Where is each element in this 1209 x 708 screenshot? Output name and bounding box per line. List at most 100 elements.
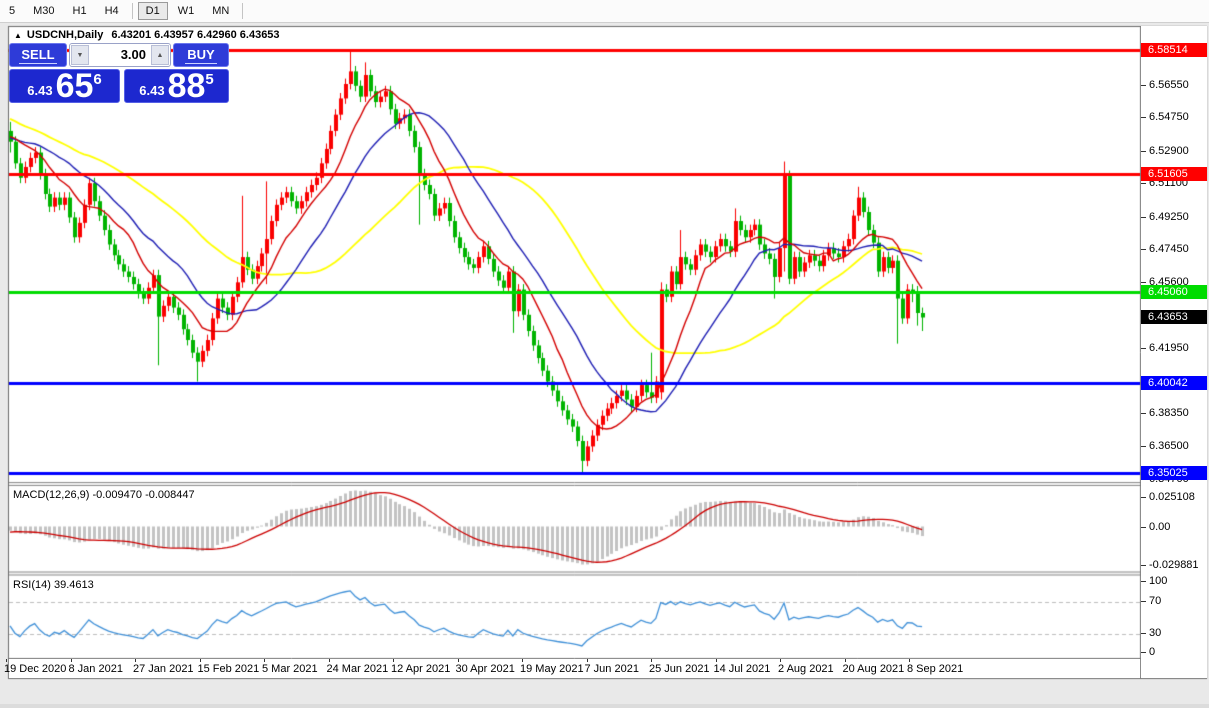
- rsi-axis-label: 100: [1149, 575, 1168, 587]
- buy-button[interactable]: BUY: [173, 43, 229, 67]
- price-tick-label: 6.52900: [1149, 144, 1189, 157]
- date-tick-mark: [715, 659, 717, 662]
- date-tick-mark: [328, 659, 330, 662]
- buy-button-label: BUY: [185, 46, 217, 64]
- date-label: 19 Dec 2020: [4, 659, 66, 675]
- collapse-arrow-icon[interactable]: ▲: [14, 31, 22, 40]
- date-tick-mark: [909, 659, 910, 662]
- sell-price-panel[interactable]: 6.43 65 6: [9, 69, 120, 103]
- volume-stepper[interactable]: ▼ 3.00 ▲: [69, 43, 171, 67]
- tick-mark: [1141, 348, 1146, 350]
- timeframe-button-H1[interactable]: H1: [65, 2, 95, 20]
- date-label: 2 Aug 2021: [778, 659, 834, 675]
- timeframe-toolbar: 5 M30 H1 H4 D1 W1 MN: [0, 0, 1209, 23]
- macd-axis-label: 0.00: [1149, 521, 1171, 533]
- price-tick-label: 6.56550: [1149, 78, 1189, 91]
- timeframe-button-W1[interactable]: W1: [170, 2, 203, 20]
- volume-increase-button[interactable]: ▲: [151, 45, 169, 65]
- toolbar-separator: [242, 3, 244, 19]
- sell-button[interactable]: SELL: [9, 43, 67, 67]
- tick-mark: [1141, 150, 1146, 152]
- macd-indicator-label: MACD(12,26,9) -0.009470 -0.008447: [13, 489, 195, 501]
- date-label: 5 Mar 2021: [262, 659, 318, 675]
- sell-button-label: SELL: [19, 46, 57, 64]
- date-label: 15 Feb 2021: [198, 659, 259, 675]
- toolbar-separator: [131, 3, 133, 19]
- tick-mark: [1141, 282, 1146, 284]
- timeframe-button-M30[interactable]: M30: [25, 2, 62, 20]
- date-tick-mark: [135, 659, 136, 662]
- price-level-badge-6.51605: 6.51605: [1141, 167, 1207, 182]
- window-bottom-edge: [0, 704, 1209, 708]
- volume-input[interactable]: 3.00: [90, 44, 150, 66]
- one-click-trading-widget: SELL ▼ 3.00 ▲ BUY 6.43 65 6 6.43 88 5: [9, 43, 229, 103]
- tick-mark: [1141, 84, 1146, 86]
- date-tick-mark: [70, 659, 72, 662]
- macd-axis-label: -0.029881: [1149, 559, 1199, 571]
- date-label: 25 Jun 2021: [649, 659, 710, 675]
- last-price-badge: 6.43653: [1141, 310, 1207, 325]
- price-tick-label: 6.41950: [1149, 342, 1189, 355]
- chevron-up-icon: ▲: [156, 51, 164, 59]
- date-label: 24 Mar 2021: [327, 659, 388, 675]
- price-level-badge-6.35025: 6.35025: [1141, 466, 1207, 480]
- date-label: 12 Apr 2021: [391, 659, 450, 675]
- rsi-indicator-label: RSI(14) 39.4613: [13, 579, 94, 591]
- date-label: 30 Apr 2021: [456, 659, 515, 675]
- tick-mark: [1141, 216, 1146, 218]
- date-tick-mark: [6, 659, 7, 662]
- buy-price-panel[interactable]: 6.43 88 5: [124, 69, 229, 103]
- date-label: 14 Jul 2021: [714, 659, 770, 675]
- price-tick-label: 6.38350: [1149, 407, 1189, 420]
- chart-title: ▲ USDCNH,Daily 6.43201 6.43957 6.42960 6.4…: [14, 29, 280, 41]
- tick-mark: [1141, 446, 1146, 448]
- date-label: 8 Jan 2021: [69, 659, 123, 675]
- date-label: 8 Sep 2021: [907, 659, 963, 675]
- price-tick-label: 6.47450: [1149, 242, 1189, 255]
- sell-price-sup: 6: [93, 71, 102, 88]
- macd-axis-label: 0.025108: [1149, 491, 1195, 503]
- chart-symbol-period: USDCNH,Daily: [26, 29, 104, 41]
- chart-ohlc-values: 6.43201 6.43957 6.42960 6.43653: [111, 29, 280, 41]
- price-level-badge-6.45060: 6.45060: [1141, 285, 1207, 300]
- tick-mark: [1141, 117, 1146, 119]
- price-level-badge-6.40042: 6.40042: [1141, 375, 1207, 390]
- price-chart-canvas[interactable]: [0, 0, 1209, 708]
- date-tick-mark: [844, 659, 846, 662]
- date-tick-mark: [264, 659, 265, 662]
- timeframe-button-MN[interactable]: MN: [204, 2, 237, 20]
- tick-mark: [1141, 413, 1146, 415]
- date-label: 19 May 2021: [520, 659, 584, 675]
- date-tick-mark: [651, 659, 652, 662]
- buy-price-small: 6.43: [139, 83, 165, 98]
- date-tick-mark: [393, 659, 394, 662]
- rsi-axis-label: 70: [1149, 595, 1162, 607]
- rsi-axis-label: 0: [1149, 646, 1156, 658]
- tick-mark: [1141, 183, 1146, 185]
- date-label: 27 Jan 2021: [133, 659, 194, 675]
- sell-price-big: 65: [55, 67, 94, 105]
- date-tick-mark: [780, 659, 781, 662]
- date-tick-mark: [457, 659, 459, 662]
- sell-price-small: 6.43: [27, 83, 53, 98]
- timeframe-button-5[interactable]: 5: [1, 2, 23, 20]
- price-axis[interactable]: 6.56550 6.54750 6.52900 6.51100 6.49250 6.474…: [1141, 26, 1207, 678]
- timeframe-button-D1[interactable]: D1: [137, 2, 168, 20]
- rsi-axis-label: 30: [1149, 627, 1162, 639]
- price-tick-label: 6.49250: [1149, 210, 1189, 223]
- buy-price-sup: 5: [205, 71, 214, 88]
- date-label: 7 Jun 2021: [585, 659, 639, 675]
- date-label: 20 Aug 2021: [843, 659, 904, 675]
- price-tick-label: 6.54750: [1149, 111, 1189, 124]
- time-axis[interactable]: 19 Dec 2020 8 Jan 2021 27 Jan 2021 15 Feb 2…: [4, 659, 1140, 678]
- date-tick-mark: [522, 659, 523, 662]
- price-tick-label: 6.36500: [1149, 440, 1189, 453]
- date-tick-mark: [199, 659, 201, 662]
- chevron-down-icon: ▼: [76, 51, 84, 59]
- buy-price-big: 88: [167, 67, 206, 105]
- date-tick-mark: [586, 659, 588, 662]
- volume-decrease-button[interactable]: ▼: [71, 45, 89, 65]
- timeframe-button-H4[interactable]: H4: [97, 2, 127, 20]
- price-level-badge-6.58514: 6.58514: [1141, 42, 1207, 57]
- tick-mark: [1141, 248, 1146, 250]
